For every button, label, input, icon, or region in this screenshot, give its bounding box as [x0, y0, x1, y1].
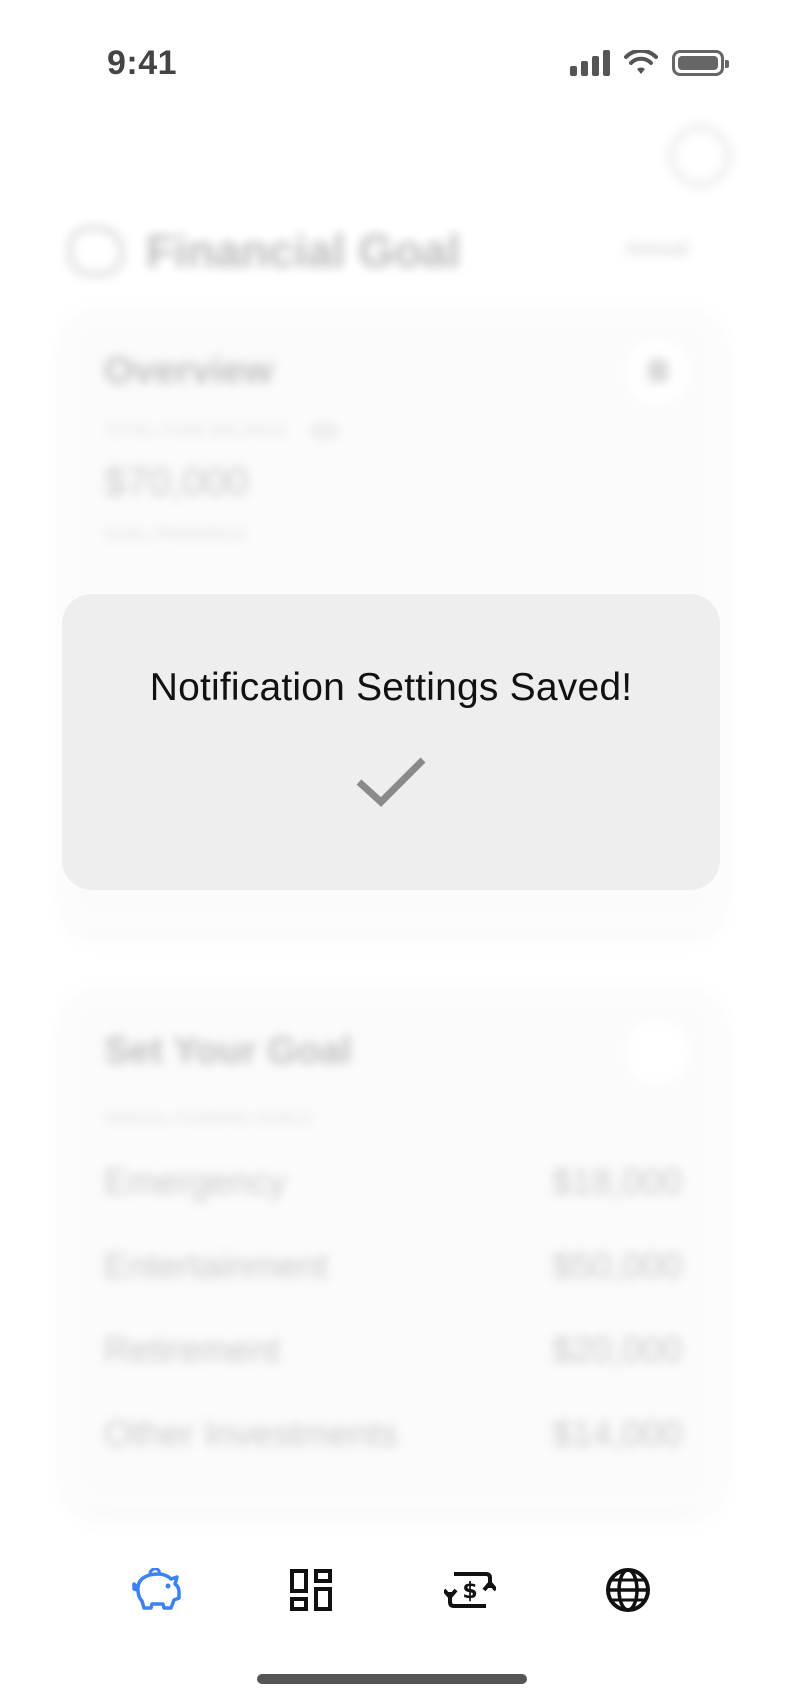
goal-row-value: $14,000 [551, 1413, 682, 1454]
goal-row-label: Retirement [104, 1329, 281, 1370]
profile-avatar-icon[interactable] [670, 126, 730, 186]
tab-transfer[interactable]: $ [440, 1560, 500, 1620]
edit-goal-button[interactable] [626, 1020, 690, 1084]
tab-dashboard[interactable] [281, 1560, 341, 1620]
goal-row-value: $20,000 [551, 1329, 682, 1370]
globe-icon [606, 1568, 650, 1612]
funding-goals-label: ANNUAL FUNDING GOALS [104, 1110, 313, 1127]
bell-icon [648, 358, 668, 382]
piggy-bank-icon [68, 226, 124, 276]
goal-row-value: $50,000 [551, 1245, 682, 1286]
tab-goals[interactable] [126, 1560, 186, 1620]
status-icons [570, 50, 729, 76]
dashboard-grid-icon [290, 1569, 332, 1611]
set-goal-title: Set Your Goal [104, 1030, 352, 1072]
status-time: 9:41 [107, 44, 178, 82]
battery-icon [672, 50, 729, 76]
goal-row[interactable]: Entertainment $50,000 [104, 1224, 682, 1308]
page-header: Financial Goal Annual [68, 216, 688, 286]
goal-row[interactable]: Retirement $20,000 [104, 1308, 682, 1392]
balance-label: TOTAL FUND BALANCE [104, 422, 289, 439]
eye-icon[interactable] [311, 424, 338, 439]
progress-label: GOAL PROGRESS [104, 526, 248, 543]
goal-row-label: Entertainment [104, 1245, 329, 1286]
piggy-bank-icon [132, 1568, 181, 1610]
goal-row-label: Emergency [104, 1161, 287, 1202]
cellular-signal-icon [570, 50, 610, 76]
tab-global[interactable] [598, 1560, 658, 1620]
toast-message: Notification Settings Saved! [149, 666, 633, 709]
balance-label-row: TOTAL FUND BALANCE [104, 422, 338, 439]
notification-bell-button[interactable] [626, 340, 690, 404]
goal-row-value: $18,000 [551, 1161, 682, 1202]
goal-list: Emergency $18,000 Entertainment $50,000 … [104, 1140, 682, 1476]
success-toast: Notification Settings Saved! [62, 594, 720, 890]
period-selector[interactable]: Annual [626, 238, 688, 261]
set-goal-card: Set Your Goal ANNUAL FUNDING GOALS Emerg… [66, 990, 720, 1510]
goal-row[interactable]: Other Investments $14,000 [104, 1392, 682, 1476]
page-title: Financial Goal [146, 225, 461, 277]
svg-text:$: $ [462, 1579, 477, 1604]
wifi-icon [624, 50, 658, 74]
tab-bar: $ [0, 1560, 786, 1634]
home-indicator[interactable] [257, 1674, 527, 1684]
goal-row-label: Other Investments [104, 1413, 399, 1454]
goal-row[interactable]: Emergency $18,000 [104, 1140, 682, 1224]
currency-exchange-icon: $ [444, 1572, 496, 1608]
checkmark-icon [356, 757, 426, 807]
overview-title: Overview [104, 350, 273, 392]
balance-value: $70,000 [104, 460, 249, 504]
